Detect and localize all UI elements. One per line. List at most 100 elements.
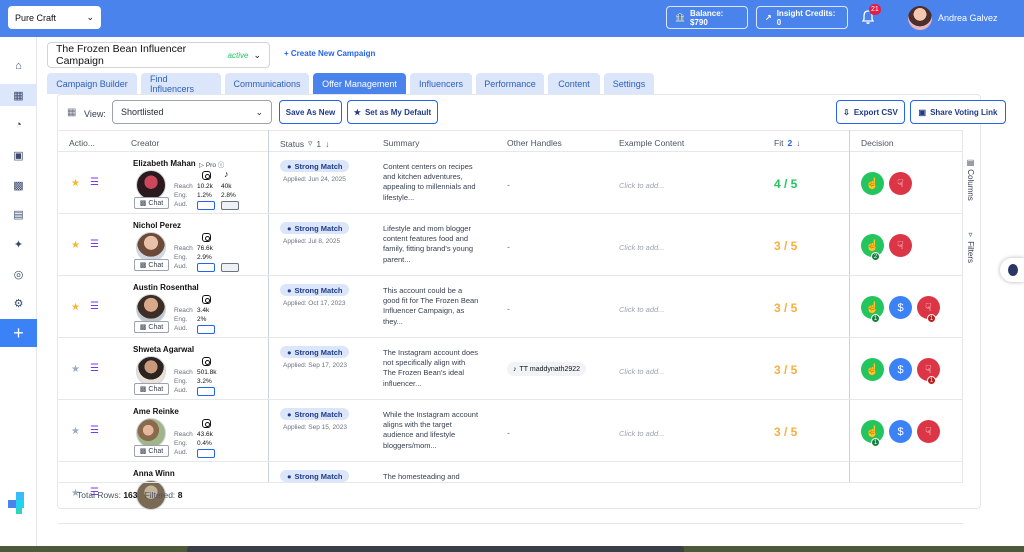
target-icon[interactable]: ◎ — [6, 263, 31, 285]
star-icon[interactable]: ★ — [71, 426, 80, 437]
example-content-input[interactable]: Click to add... — [619, 243, 664, 252]
avatar[interactable] — [136, 418, 166, 448]
column-actions[interactable]: Actio... — [69, 138, 95, 148]
instagram-icon[interactable] — [202, 419, 211, 428]
instagram-icon[interactable] — [202, 295, 211, 304]
instagram-icon[interactable] — [202, 357, 211, 366]
table-row[interactable]: ★ ☰ Elizabeth Mahan ▷ Pro ⓘ ♪ Reach 10.2k 40k En… — [58, 152, 963, 214]
audience-chart-icon[interactable] — [197, 201, 215, 210]
tab-content[interactable]: Content — [548, 73, 600, 94]
tab-find-influencers[interactable]: Find Influencers — [141, 73, 221, 94]
insight-credits-button[interactable]: ↗ Insight Credits: 0 — [756, 6, 848, 29]
maybe-button[interactable]: $ — [889, 420, 912, 443]
user-avatar[interactable] — [908, 6, 932, 30]
campaigns-icon[interactable]: ▦ — [0, 84, 37, 106]
support-avatar[interactable] — [1000, 258, 1024, 282]
list-icon[interactable]: ☰ — [90, 425, 99, 436]
chat-button[interactable]: ▩ Chat — [134, 197, 169, 209]
star-icon[interactable]: ★ — [71, 240, 80, 251]
example-content-input[interactable]: Click to add... — [619, 305, 664, 314]
status-badge[interactable]: ● Strong Match — [280, 222, 350, 234]
share-voting-link-button[interactable]: ▣ Share Voting Link — [910, 100, 1006, 124]
chat-button[interactable]: ▩ Chat — [134, 445, 169, 457]
maybe-button[interactable]: $ — [889, 296, 912, 319]
summary-text[interactable]: The Instagram account does not specifica… — [383, 348, 479, 389]
status-badge[interactable]: ● Strong Match — [280, 408, 350, 420]
view-select[interactable]: Shortlisted ⌄ — [112, 100, 272, 124]
list-icon[interactable]: ☰ — [90, 363, 99, 374]
chat-button[interactable]: ▩ Chat — [134, 383, 169, 395]
trend-chart-icon[interactable] — [221, 263, 239, 272]
columns-toggle[interactable]: ▤ Columns — [966, 158, 975, 201]
approve-button[interactable]: ☝ — [861, 358, 884, 381]
summary-text[interactable]: While the Instagram account aligns with … — [383, 410, 479, 451]
reject-button[interactable]: ☟ — [889, 172, 912, 195]
reject-button[interactable]: ☟ — [917, 420, 940, 443]
summary-text[interactable]: The homesteading and — [383, 472, 479, 482]
list-icon[interactable]: ☰ — [90, 239, 99, 250]
creator-name[interactable]: Shweta Agarwal — [133, 345, 194, 354]
image-icon[interactable]: ▣ — [6, 144, 31, 166]
workspace-select[interactable]: Pure Craft ⌄ — [8, 6, 101, 29]
star-icon[interactable]: ★ — [71, 364, 80, 375]
column-creator[interactable]: Creator — [131, 138, 159, 148]
summary-text[interactable]: Content centers on recipes and kitchen a… — [383, 162, 479, 203]
table-row[interactable]: ★ ☰ Austin Rosenthal Reach 3.4k Eng. 2% Aud. ▩ Ch… — [58, 276, 963, 338]
table-row[interactable]: ★ ☰ Shweta Agarwal Reach 501.8k Eng. 3.2% Aud. ▩… — [58, 338, 963, 400]
set-default-button[interactable]: ★ Set as My Default — [347, 100, 438, 124]
approve-button[interactable]: ☝ — [861, 172, 884, 195]
trend-chart-icon[interactable] — [221, 201, 239, 210]
tab-offer-management[interactable]: Offer Management — [313, 73, 406, 94]
tiktok-icon[interactable]: ♪ — [224, 169, 229, 179]
home-icon[interactable]: ⌂ — [6, 55, 31, 77]
sort-down-icon[interactable]: ↓ — [325, 139, 329, 149]
example-content-input[interactable]: Click to add... — [619, 429, 664, 438]
instagram-icon[interactable] — [202, 171, 211, 180]
column-decision[interactable]: Decision — [861, 138, 894, 148]
table-row[interactable]: ★ ☰ Ame Reinke Reach 43.6k Eng. 0.4% Aud. ▩ Chat ●… — [58, 400, 963, 462]
example-content-input[interactable]: Click to add... — [619, 367, 664, 376]
tab-campaign-builder[interactable]: Campaign Builder — [47, 73, 137, 94]
avatar[interactable] — [136, 232, 166, 262]
chat-button[interactable]: ▩ Chat — [134, 321, 169, 333]
create-new-campaign-link[interactable]: + Create New Campaign — [284, 49, 375, 58]
analytics-icon[interactable]: ◔ — [6, 114, 31, 136]
tab-influencers[interactable]: Influencers — [410, 73, 472, 94]
maybe-button[interactable]: $ — [889, 358, 912, 381]
chat-icon[interactable]: ▩ — [6, 174, 31, 196]
tab-performance[interactable]: Performance — [476, 73, 544, 94]
creator-name[interactable]: Elizabeth Mahan — [133, 159, 196, 168]
creator-name[interactable]: Nichol Perez — [133, 221, 181, 230]
column-example-content[interactable]: Example Content — [619, 138, 684, 148]
export-csv-button[interactable]: ⇩ Export CSV — [836, 100, 905, 124]
creator-name[interactable]: Ame Reinke — [133, 407, 179, 416]
status-badge[interactable]: ● Strong Match — [280, 160, 350, 172]
sparkle-icon[interactable]: ✦ — [6, 233, 31, 255]
bank-icon[interactable]: ▤ — [6, 203, 31, 225]
filter-icon[interactable]: ▿ — [308, 138, 312, 149]
column-status[interactable]: Status ▿ 1 ↓ — [280, 138, 329, 149]
table-row[interactable]: ★ ☰ Nichol Perez Reach 76.6k Eng. 2.9% Aud. ▩ Cha… — [58, 214, 963, 276]
summary-text[interactable]: Lifestyle and mom blogger content featur… — [383, 224, 479, 265]
status-badge[interactable]: ● Strong Match — [280, 470, 350, 482]
avatar[interactable] — [136, 170, 166, 200]
reject-button[interactable]: ☟ — [889, 234, 912, 257]
creator-name[interactable]: Anna Winn — [133, 469, 175, 478]
save-as-new-button[interactable]: Save As New — [279, 100, 342, 124]
audience-chart-icon[interactable] — [197, 449, 215, 458]
table-row[interactable]: ★ ☰ Anna Winn ● Strong Match The homesteading… — [58, 462, 963, 524]
avatar[interactable] — [136, 294, 166, 324]
creator-name[interactable]: Austin Rosenthal — [133, 283, 199, 292]
audience-chart-icon[interactable] — [197, 263, 215, 272]
tab-settings[interactable]: Settings — [604, 73, 654, 94]
tab-communications[interactable]: Communications — [225, 73, 309, 94]
audience-chart-icon[interactable] — [197, 387, 215, 396]
column-summary[interactable]: Summary — [383, 138, 419, 148]
campaign-select[interactable]: The Frozen Bean Influencer Campaign acti… — [47, 42, 270, 68]
audience-chart-icon[interactable] — [197, 325, 215, 334]
status-badge[interactable]: ● Strong Match — [280, 284, 350, 296]
summary-text[interactable]: This account could be a good fit for The… — [383, 286, 479, 327]
list-icon[interactable]: ☰ — [90, 177, 99, 188]
list-icon[interactable]: ☰ — [90, 301, 99, 312]
avatar[interactable] — [136, 356, 166, 386]
